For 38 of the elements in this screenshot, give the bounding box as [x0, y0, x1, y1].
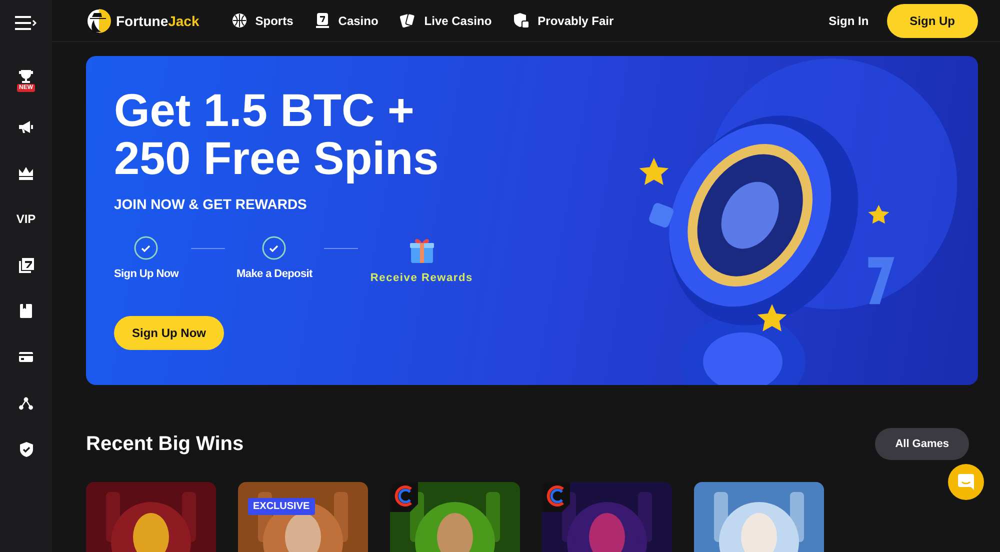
- card-icon[interactable]: [19, 352, 33, 362]
- playing-cards-icon: [400, 13, 416, 28]
- basketball-icon: [232, 13, 248, 28]
- promo-title: Get 1.5 BTC + 250 Free Spins: [114, 86, 440, 182]
- trophy-icon[interactable]: [18, 70, 34, 83]
- step-label: Make a Deposit: [236, 268, 312, 280]
- shield-check-icon[interactable]: [20, 442, 32, 456]
- sign-up-now-button[interactable]: Sign Up Now: [114, 316, 224, 350]
- network-icon[interactable]: [19, 396, 33, 410]
- nav-link[interactable]: Live Casino: [400, 12, 492, 28]
- menu-icon[interactable]: [15, 16, 37, 30]
- all-games-button[interactable]: All Games: [875, 428, 969, 460]
- step-label: Receive Rewards: [370, 272, 473, 284]
- nav-link[interactable]: Casino: [315, 12, 378, 28]
- nav-link[interactable]: Provably Fair: [514, 12, 614, 28]
- vip-link[interactable]: VIP: [16, 212, 36, 226]
- provider-logo-icon: [542, 482, 570, 512]
- chat-button[interactable]: [948, 464, 984, 500]
- sign-in-link[interactable]: Sign In: [828, 14, 869, 28]
- slot-seven-icon: [315, 13, 330, 28]
- sign-up-button[interactable]: Sign Up: [886, 4, 978, 38]
- book-icon[interactable]: [20, 304, 32, 318]
- shield-dice-icon: [514, 12, 530, 28]
- nav-link[interactable]: Sports: [232, 12, 294, 28]
- megaphone-icon[interactable]: [18, 120, 34, 134]
- check-circle-icon: [262, 236, 286, 260]
- chat-icon: [958, 474, 974, 490]
- crown-icon[interactable]: [19, 166, 33, 180]
- promo-subtitle: JOIN NOW & GET REWARDS: [114, 196, 308, 212]
- slot-seven-icon[interactable]: [18, 258, 34, 272]
- gift-icon: [408, 236, 436, 264]
- brand-name[interactable]: FortuneJack: [116, 12, 200, 28]
- exclusive-badge: EXCLUSIVE: [248, 498, 315, 515]
- check-circle-icon: [134, 236, 158, 260]
- step-label: Sign Up Now: [114, 268, 179, 280]
- logo-icon[interactable]: [86, 8, 112, 34]
- section-title: Recent Big Wins: [86, 432, 244, 456]
- provider-logo-icon: [390, 482, 418, 512]
